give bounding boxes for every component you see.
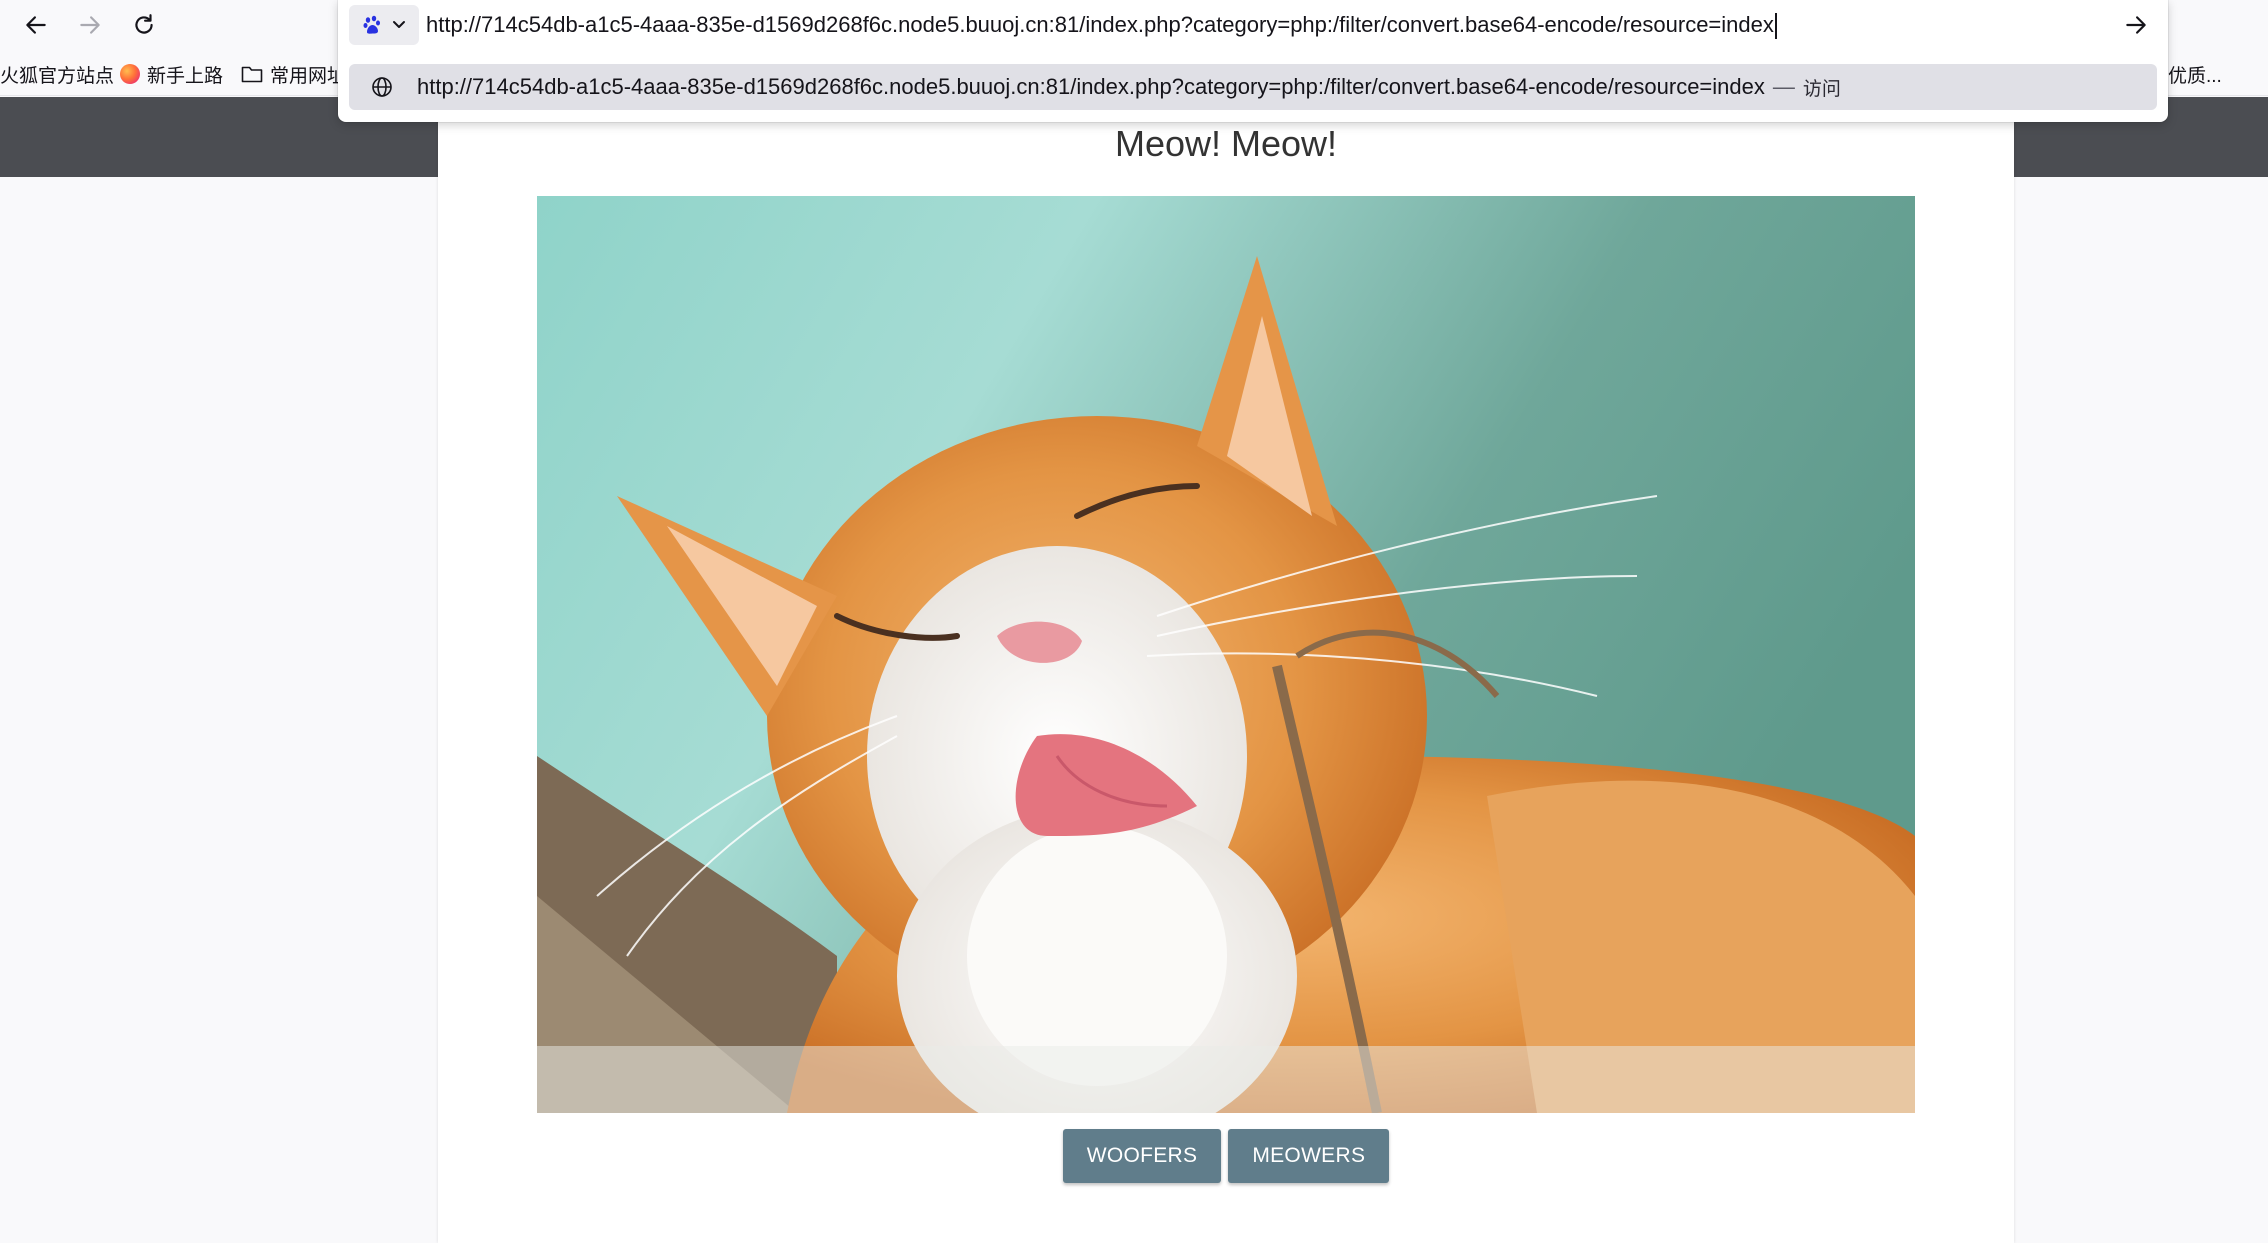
globe-icon: [359, 75, 405, 99]
bookmark-label: 新手上路: [147, 65, 224, 87]
page-title: Meow! Meow!: [1114, 123, 1338, 164]
search-engine-button[interactable]: [349, 5, 419, 45]
firefox-icon: [120, 64, 140, 84]
forward-button[interactable]: [70, 5, 110, 45]
content-card: Meow! Meow! WOOFERS MEOWERS: [438, 97, 2014, 1243]
url-suggestion-row[interactable]: http://714c54db-a1c5-4aaa-835e-d1569d268…: [349, 64, 2157, 110]
cat-image: [537, 196, 1915, 1113]
bookmark-label: 常用网址: [270, 65, 347, 87]
text-caret: [1774, 13, 1777, 40]
suggestion-url: http://714c54db-a1c5-4aaa-835e-d1569d268…: [417, 74, 1765, 99]
suggestion-separator: —: [1772, 74, 1795, 99]
reload-icon: [135, 14, 153, 34]
meowers-button[interactable]: MEOWERS: [1228, 1129, 1390, 1183]
suggestion-action: 访问: [1802, 78, 1841, 100]
arrow-right-icon: [2126, 16, 2146, 34]
reload-button[interactable]: [124, 5, 164, 45]
bookmark-label: 火狐官方站点: [0, 65, 115, 87]
go-button[interactable]: [2116, 5, 2156, 45]
back-button[interactable]: [16, 5, 56, 45]
url-input[interactable]: http://714c54db-a1c5-4aaa-835e-d1569d268…: [426, 5, 2046, 45]
bookmark-overflow-item[interactable]: 优质...: [2168, 61, 2222, 88]
arrow-left-icon: [26, 16, 46, 34]
category-buttons: WOOFERS MEOWERS: [438, 1129, 2014, 1183]
bookmark-folder-common[interactable]: 常用网址: [241, 61, 346, 87]
chevron-down-icon: [393, 21, 405, 28]
bookmark-getting-started[interactable]: 新手上路: [120, 61, 223, 87]
urlbar-dropdown: http://714c54db-a1c5-4aaa-835e-d1569d268…: [338, 0, 2168, 122]
arrow-right-icon: [80, 16, 100, 34]
woofers-button[interactable]: WOOFERS: [1062, 1129, 1222, 1183]
folder-icon: [241, 66, 263, 83]
bookmark-firefox-official[interactable]: 火狐官方站点: [0, 61, 114, 87]
url-text: http://714c54db-a1c5-4aaa-835e-d1569d268…: [426, 12, 1774, 37]
baidu-paw-icon: [363, 15, 380, 34]
